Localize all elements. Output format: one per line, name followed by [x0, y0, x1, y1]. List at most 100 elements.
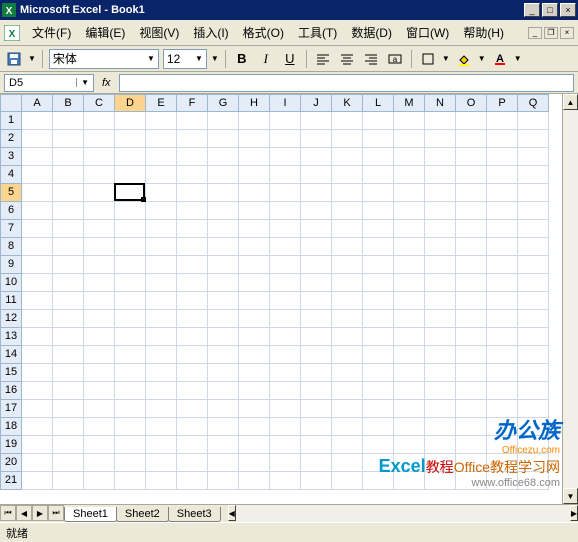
cell[interactable]: [332, 436, 363, 454]
cell[interactable]: [84, 328, 115, 346]
cell[interactable]: [239, 274, 270, 292]
vertical-scrollbar[interactable]: ▲ ▼: [562, 94, 578, 504]
cell[interactable]: [518, 220, 549, 238]
dropdown-arrow-icon[interactable]: ▼: [514, 54, 522, 63]
cell[interactable]: [301, 166, 332, 184]
cell[interactable]: [239, 472, 270, 490]
cell[interactable]: [456, 256, 487, 274]
cell[interactable]: [239, 436, 270, 454]
cell[interactable]: [270, 454, 301, 472]
column-header[interactable]: F: [177, 94, 208, 112]
cell[interactable]: [84, 310, 115, 328]
cell[interactable]: [115, 112, 146, 130]
cell[interactable]: [456, 238, 487, 256]
cell[interactable]: [456, 112, 487, 130]
cell[interactable]: [363, 238, 394, 256]
menu-view[interactable]: 视图(V): [133, 22, 185, 43]
close-button[interactable]: ×: [560, 3, 576, 17]
cell[interactable]: [177, 400, 208, 418]
cell[interactable]: [177, 274, 208, 292]
cell[interactable]: [487, 238, 518, 256]
column-header[interactable]: D: [115, 94, 146, 112]
cell[interactable]: [270, 418, 301, 436]
cell[interactable]: [208, 166, 239, 184]
cell[interactable]: [332, 328, 363, 346]
tab-nav-last[interactable]: ⏭: [48, 505, 64, 521]
row-header[interactable]: 8: [0, 238, 22, 256]
cell[interactable]: [425, 292, 456, 310]
cell[interactable]: [22, 112, 53, 130]
cell[interactable]: [208, 418, 239, 436]
column-header[interactable]: I: [270, 94, 301, 112]
column-header[interactable]: G: [208, 94, 239, 112]
cell[interactable]: [239, 220, 270, 238]
cell[interactable]: [22, 400, 53, 418]
cell[interactable]: [146, 112, 177, 130]
row-header[interactable]: 12: [0, 310, 22, 328]
cell[interactable]: [146, 310, 177, 328]
cell[interactable]: [518, 454, 549, 472]
cell[interactable]: [301, 472, 332, 490]
cell[interactable]: [456, 292, 487, 310]
save-button[interactable]: [4, 49, 24, 69]
cell[interactable]: [363, 400, 394, 418]
cell[interactable]: [53, 454, 84, 472]
scroll-left-button[interactable]: ◀: [228, 505, 236, 521]
mdi-minimize[interactable]: _: [528, 27, 542, 39]
cell[interactable]: [394, 202, 425, 220]
cell[interactable]: [208, 274, 239, 292]
mdi-restore[interactable]: ❐: [544, 27, 558, 39]
cell[interactable]: [146, 418, 177, 436]
cell[interactable]: [487, 382, 518, 400]
cell[interactable]: [115, 346, 146, 364]
cell[interactable]: [146, 472, 177, 490]
cell[interactable]: [22, 472, 53, 490]
cell[interactable]: [456, 436, 487, 454]
cell[interactable]: [177, 220, 208, 238]
cell[interactable]: [115, 364, 146, 382]
cell[interactable]: [456, 400, 487, 418]
cell[interactable]: [456, 418, 487, 436]
row-header[interactable]: 19: [0, 436, 22, 454]
cell[interactable]: [332, 472, 363, 490]
cell[interactable]: [487, 454, 518, 472]
sheet-tab-2[interactable]: Sheet2: [116, 507, 169, 522]
cell[interactable]: [53, 382, 84, 400]
cell[interactable]: [177, 436, 208, 454]
cell[interactable]: [518, 418, 549, 436]
cell[interactable]: [22, 256, 53, 274]
cell[interactable]: [208, 148, 239, 166]
minimize-button[interactable]: _: [524, 3, 540, 17]
cell[interactable]: [456, 274, 487, 292]
cell[interactable]: [301, 184, 332, 202]
italic-button[interactable]: I: [256, 49, 276, 69]
cell[interactable]: [239, 166, 270, 184]
cell[interactable]: [363, 184, 394, 202]
cell[interactable]: [53, 418, 84, 436]
row-header[interactable]: 7: [0, 220, 22, 238]
cell[interactable]: [146, 274, 177, 292]
cell[interactable]: [84, 292, 115, 310]
cell[interactable]: [208, 436, 239, 454]
cell[interactable]: [208, 238, 239, 256]
cell[interactable]: [177, 112, 208, 130]
cells-area[interactable]: [22, 112, 562, 504]
cell[interactable]: [425, 256, 456, 274]
cell[interactable]: [518, 382, 549, 400]
column-header[interactable]: M: [394, 94, 425, 112]
cell[interactable]: [425, 436, 456, 454]
cell[interactable]: [301, 274, 332, 292]
name-box[interactable]: D5 ▼: [4, 74, 94, 92]
cell[interactable]: [456, 346, 487, 364]
cell[interactable]: [332, 238, 363, 256]
cell[interactable]: [53, 328, 84, 346]
cell[interactable]: [208, 346, 239, 364]
cell[interactable]: [456, 454, 487, 472]
cell[interactable]: [332, 256, 363, 274]
cell[interactable]: [301, 238, 332, 256]
cell[interactable]: [239, 346, 270, 364]
cell[interactable]: [301, 400, 332, 418]
cell[interactable]: [363, 256, 394, 274]
cell[interactable]: [394, 364, 425, 382]
cell[interactable]: [177, 310, 208, 328]
